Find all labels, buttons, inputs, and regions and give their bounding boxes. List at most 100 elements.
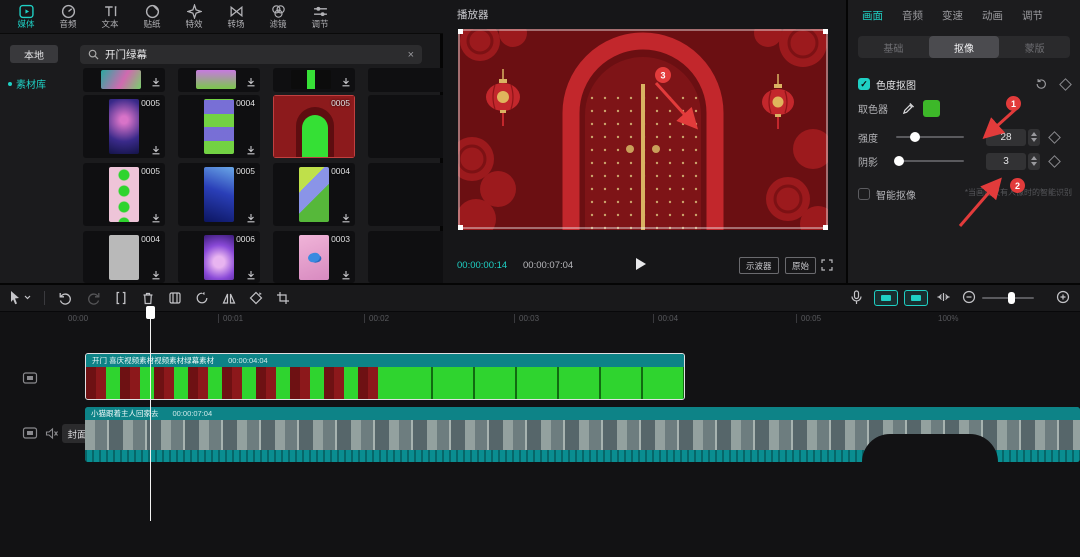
material-cell[interactable] [368,163,450,226]
toolbar-item-transition[interactable]: 转场 [218,4,254,29]
material-cell[interactable]: 0004 [178,95,260,158]
total-duration: 00:00:07:04 [523,260,574,271]
auto-snap-toggle[interactable] [904,290,928,306]
sidebar-item-library[interactable]: 素材库 [8,76,46,91]
material-cell[interactable]: 0003 [273,231,355,283]
sidebar-item-local[interactable]: 本地 [10,45,58,63]
search-input[interactable]: 开门绿幕 × [80,45,422,64]
download-icon[interactable] [246,145,256,155]
material-cell[interactable] [273,68,355,92]
chroma-key-checkbox[interactable]: ✓ [858,78,870,90]
zoom-in-icon[interactable] [1056,290,1070,304]
strength-slider-knob[interactable] [910,132,920,142]
download-icon[interactable] [151,77,161,87]
material-cell[interactable]: 0006 [178,231,260,283]
mirror-icon[interactable] [222,291,236,305]
download-icon[interactable] [341,77,351,87]
playhead-handle[interactable] [146,306,155,319]
material-cell[interactable]: 0005 [83,95,165,158]
material-cell[interactable]: 0004 [83,231,165,283]
material-label: 0005 [331,98,350,108]
redo-icon[interactable] [86,291,101,305]
delete-icon[interactable] [141,291,155,305]
material-cell[interactable] [83,68,165,92]
timeline-zoom-knob[interactable] [1008,292,1015,304]
picked-color-swatch[interactable] [923,99,940,117]
download-icon[interactable] [246,270,256,280]
toolbar-item-audio[interactable]: 音频 [50,4,86,29]
timeline-zoom-slider[interactable] [982,292,1034,304]
strength-slider[interactable] [896,132,964,142]
freeze-frame-icon[interactable] [168,291,182,305]
fullscreen-icon[interactable] [821,259,833,271]
download-icon[interactable] [151,145,161,155]
tab-speed[interactable]: 变速 [942,8,963,23]
tab-adjust[interactable]: 调节 [1022,8,1043,23]
select-tool-icon[interactable] [8,290,31,305]
mute-track-icon[interactable] [45,427,58,440]
keyframe-diamond-icon[interactable] [1059,77,1072,91]
subtab-keying[interactable]: 抠像 [928,36,1000,58]
eyedropper-icon[interactable] [902,102,915,115]
subtab-mask[interactable]: 蒙版 [999,36,1070,58]
material-cell[interactable] [368,95,450,158]
main-track-magnet-toggle[interactable] [874,290,898,306]
keyframe-diamond-icon[interactable] [1048,154,1061,168]
download-icon[interactable] [246,77,256,87]
material-cell[interactable]: 0004 [273,163,355,226]
material-cell[interactable]: 0005 [83,163,165,226]
material-cell[interactable] [178,68,260,92]
keyframe-diamond-icon[interactable] [1048,130,1061,144]
record-voiceover-icon[interactable] [850,290,863,305]
play-button[interactable] [635,257,647,271]
scope-button[interactable]: 示波器 [739,257,779,274]
toolbar-item-adjust[interactable]: 调节 [302,4,338,29]
material-cell[interactable] [368,231,450,283]
strength-stepper[interactable] [1028,128,1040,146]
tab-animation[interactable]: 动画 [982,8,1003,23]
clip-green-screen[interactable]: 开门 喜庆视频素材视频素材绿幕素材 00:00:04:04 [85,353,685,400]
download-icon[interactable] [341,270,351,280]
toolbar-item-text[interactable]: 文本 [92,4,128,29]
original-quality-button[interactable]: 原始 [785,257,817,274]
timeline-ruler[interactable]: 00:00 00:01 00:02 00:03 00:04 00:05 100% [0,312,1080,325]
split-icon[interactable] [114,291,128,305]
clear-search-icon[interactable]: × [408,49,414,61]
clip1-title: 开门 喜庆视频素材视频素材绿幕素材 [92,356,215,365]
download-icon[interactable] [246,213,256,223]
reset-icon[interactable] [1035,78,1047,90]
download-icon[interactable] [151,270,161,280]
shadow-slider-knob[interactable] [894,156,904,166]
material-label: 0004 [141,234,160,244]
tab-picture[interactable]: 画面 [862,8,883,23]
zoom-out-icon[interactable] [962,290,976,304]
video-preview[interactable]: 3 [458,29,828,230]
track1-toggle-icon[interactable] [22,370,38,386]
material-cell[interactable] [368,68,450,92]
track2-toggle-icon[interactable] [22,425,38,441]
toolbar-item-sticker[interactable]: 贴纸 [134,4,170,29]
smart-keying-checkbox[interactable] [858,188,870,200]
ruler-label: 00:04 [653,314,678,323]
rotate-icon[interactable] [249,291,263,305]
shadow-slider[interactable] [894,156,964,166]
material-cell-selected[interactable]: 0005 [273,95,355,158]
material-cell[interactable]: 0005 [178,163,260,226]
tab-audio[interactable]: 音频 [902,8,923,23]
annotation-arrow-1 [982,106,1019,140]
download-icon[interactable] [151,213,161,223]
undo-icon[interactable] [58,291,73,305]
toolbar-item-filter[interactable]: 滤镜 [260,4,296,29]
clip2-title: 小猫跟着主人回家去 [91,409,159,418]
download-icon[interactable] [341,213,351,223]
toolbar-item-media[interactable]: 媒体 [8,4,44,29]
shadow-stepper[interactable] [1028,152,1040,170]
picture-subtabs: 基础 抠像 蒙版 [858,36,1070,58]
toolbar-item-effects[interactable]: 特效 [176,4,212,29]
linkage-icon[interactable] [936,290,951,304]
subtab-basic[interactable]: 基础 [858,36,929,58]
search-icon [88,49,99,60]
shadow-value[interactable]: 3 [986,152,1026,170]
crop-icon[interactable] [276,291,290,305]
reverse-icon[interactable] [195,291,209,305]
